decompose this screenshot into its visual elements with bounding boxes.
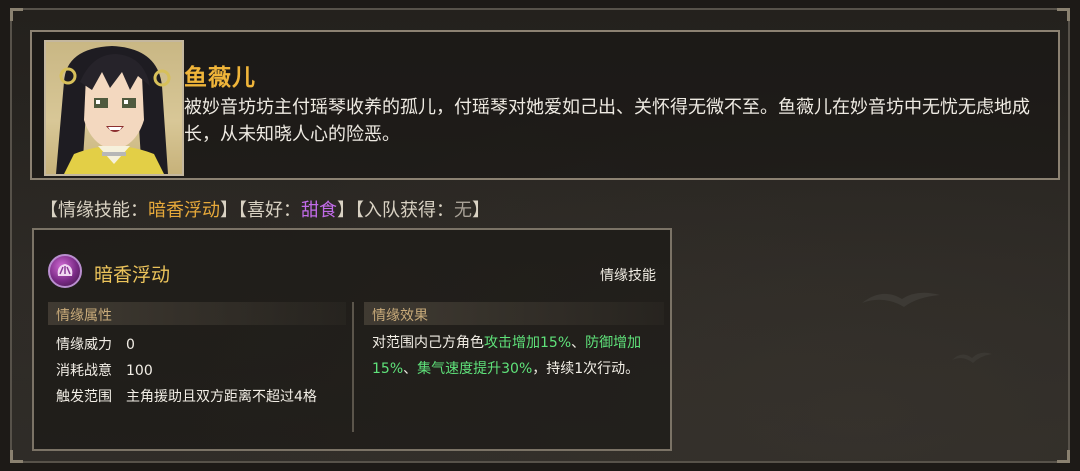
bird-silhouette bbox=[862, 292, 940, 307]
join-tag-value: 无 bbox=[454, 200, 472, 221]
effect-part: 、 bbox=[571, 335, 586, 351]
character-name: 鱼薇儿 bbox=[184, 65, 256, 91]
hobby-tag-value: 甜食 bbox=[301, 200, 337, 221]
skill-tag-value: 暗香浮动 bbox=[148, 200, 220, 221]
skill-name: 暗香浮动 bbox=[94, 264, 171, 286]
attribute-row: 情缘威力 0 bbox=[56, 334, 135, 354]
effect-header: 情缘效果 bbox=[364, 302, 664, 325]
skill-type: 情缘技能 bbox=[600, 268, 656, 284]
attributes-header: 情缘属性 bbox=[48, 302, 346, 325]
character-info-panel: 鱼薇儿 被妙音坊坊主付瑶琴收养的孤儿，付瑶琴对她爱如己出、关怀得无微不至。鱼薇儿… bbox=[10, 8, 1070, 463]
attribute-label: 触发范围 bbox=[56, 389, 112, 405]
frame-corner bbox=[10, 8, 23, 21]
frame-corner bbox=[10, 450, 23, 463]
frame-corner bbox=[1057, 8, 1070, 21]
character-tags: 【情缘技能：暗香浮动】【喜好：甜食】【入队获得：无】 bbox=[40, 196, 490, 222]
skill-effect-text: 对范围内己方角色攻击增加15%、防御增加15%、集气速度提升30%，持续1次行动… bbox=[372, 330, 662, 382]
skill-icon-glyph bbox=[57, 264, 73, 276]
skill-tag-close: 】 bbox=[220, 200, 238, 221]
attribute-label: 情缘威力 bbox=[56, 337, 112, 353]
hobby-tag-label: 【喜好： bbox=[238, 200, 301, 221]
hobby-tag-close: 】 bbox=[337, 200, 355, 221]
effect-highlight: 集气速度提升30% bbox=[417, 361, 533, 377]
character-header: 鱼薇儿 被妙音坊坊主付瑶琴收养的孤儿，付瑶琴对她爱如己出、关怀得无微不至。鱼薇儿… bbox=[30, 30, 1060, 180]
section-divider bbox=[352, 302, 354, 432]
skill-tag-label: 【情缘技能： bbox=[40, 200, 148, 221]
join-tag-close: 】 bbox=[472, 200, 490, 221]
fan-hand-icon bbox=[48, 254, 82, 288]
effect-highlight: 攻击增加15% bbox=[484, 335, 572, 351]
attribute-value: 0 bbox=[126, 337, 135, 353]
attribute-value: 100 bbox=[126, 363, 153, 379]
attribute-row: 消耗战意 100 bbox=[56, 360, 153, 380]
attribute-row: 触发范围 主角援助且双方距离不超过4格 bbox=[56, 386, 317, 406]
character-description: 被妙音坊坊主付瑶琴收养的孤儿，付瑶琴对她爱如己出、关怀得无微不至。鱼薇儿在妙音坊… bbox=[184, 97, 1030, 145]
effect-part: 对范围内己方角色 bbox=[372, 335, 484, 351]
bird-silhouette bbox=[952, 352, 992, 363]
effect-part: 、 bbox=[403, 361, 418, 377]
effect-part: ，持续1次行动。 bbox=[532, 361, 640, 377]
character-portrait bbox=[44, 40, 184, 176]
attributes-title: 情缘属性 bbox=[56, 308, 112, 324]
skill-detail-box: 暗香浮动 情缘技能 情缘属性 情缘效果 情缘威力 0 消耗战意 100 触发范围 主角… bbox=[32, 228, 672, 451]
effect-title: 情缘效果 bbox=[372, 308, 428, 324]
frame-corner bbox=[1057, 450, 1070, 463]
join-tag-label: 【入队获得： bbox=[355, 200, 454, 221]
portrait-image bbox=[56, 46, 171, 174]
attribute-label: 消耗战意 bbox=[56, 363, 112, 379]
attribute-value: 主角援助且双方距离不超过4格 bbox=[126, 389, 317, 405]
